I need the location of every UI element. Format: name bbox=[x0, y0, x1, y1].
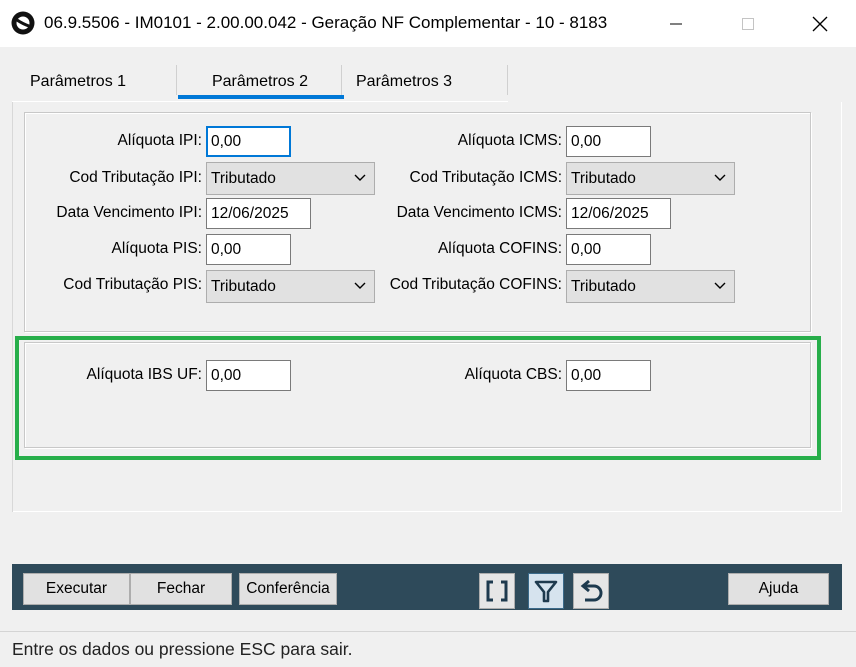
cod-tributacao-ipi-select[interactable]: Tributado bbox=[206, 162, 375, 195]
action-toolbar: Executar Fechar Conferência Ajuda bbox=[12, 564, 842, 610]
cod-tributacao-pis-value: Tributado bbox=[211, 278, 276, 295]
tab-separator bbox=[176, 65, 177, 95]
data-vencimento-ipi-field[interactable]: 12/06/2025 bbox=[206, 198, 311, 229]
undo-icon bbox=[580, 579, 603, 602]
filter-button[interactable] bbox=[528, 573, 564, 609]
chevron-down-icon bbox=[714, 282, 726, 289]
status-bar: Entre os dados ou pressione ESC para sai… bbox=[0, 631, 856, 667]
chevron-down-icon bbox=[714, 174, 726, 181]
cod-tributacao-pis-label: Cod Tributação PIS: bbox=[63, 276, 202, 293]
brackets-button[interactable] bbox=[479, 573, 515, 609]
cod-tributacao-cofins-label: Cod Tributação COFINS: bbox=[389, 276, 562, 293]
cod-tributacao-ipi-label: Cod Tributação IPI: bbox=[69, 169, 202, 186]
executar-button[interactable]: Executar bbox=[23, 573, 130, 605]
chevron-down-icon bbox=[354, 174, 366, 181]
close-icon bbox=[812, 16, 828, 31]
highlight-annotation bbox=[15, 336, 821, 460]
aliquota-ipi-field[interactable]: 0,00 bbox=[206, 126, 291, 157]
dialog-client: Parâmetros 1 Parâmetros 2 Parâmetros 3 A… bbox=[0, 47, 856, 631]
aliquota-cofins-field[interactable]: 0,00 bbox=[566, 234, 651, 265]
fechar-button[interactable]: Fechar bbox=[130, 573, 232, 605]
aliquota-icms-label: Alíquota ICMS: bbox=[457, 132, 562, 149]
selected-tab-indicator bbox=[178, 95, 344, 99]
cod-tributacao-ipi-value: Tributado bbox=[211, 170, 276, 187]
cod-tributacao-icms-select[interactable]: Tributado bbox=[566, 162, 735, 195]
brackets-icon bbox=[486, 580, 508, 602]
status-text: Entre os dados ou pressione ESC para sai… bbox=[12, 639, 353, 659]
window-title: 06.9.5506 - IM0101 - 2.00.00.042 - Geraç… bbox=[44, 13, 608, 32]
tab-page-edge bbox=[12, 102, 13, 512]
tab-parametros-1[interactable]: Parâmetros 1 bbox=[18, 65, 178, 103]
tab-parametros-3[interactable]: Parâmetros 3 bbox=[342, 65, 508, 103]
filter-icon bbox=[534, 580, 558, 603]
maximize-button[interactable] bbox=[712, 0, 784, 47]
minimize-icon bbox=[670, 23, 682, 24]
tab-separator bbox=[507, 65, 508, 95]
cod-tributacao-cofins-select[interactable]: Tributado bbox=[566, 270, 735, 303]
data-vencimento-icms-label: Data Vencimento ICMS: bbox=[396, 204, 562, 221]
cod-tributacao-cofins-value: Tributado bbox=[571, 278, 636, 295]
data-vencimento-ipi-label: Data Vencimento IPI: bbox=[56, 204, 202, 221]
undo-button[interactable] bbox=[573, 573, 609, 609]
minimize-button[interactable] bbox=[640, 0, 712, 47]
aliquota-pis-field[interactable]: 0,00 bbox=[206, 234, 291, 265]
cod-tributacao-icms-value: Tributado bbox=[571, 170, 636, 187]
title-bar: 06.9.5506 - IM0101 - 2.00.00.042 - Geraç… bbox=[0, 0, 856, 47]
conferencia-button[interactable]: Conferência bbox=[239, 573, 337, 605]
maximize-icon bbox=[742, 17, 754, 30]
ajuda-button[interactable]: Ajuda bbox=[728, 573, 829, 605]
data-vencimento-icms-field[interactable]: 12/06/2025 bbox=[566, 198, 671, 229]
totvs-logo-icon bbox=[11, 11, 35, 35]
aliquota-icms-field[interactable]: 0,00 bbox=[566, 126, 651, 157]
aliquota-cofins-label: Alíquota COFINS: bbox=[437, 240, 562, 257]
cod-tributacao-icms-label: Cod Tributação ICMS: bbox=[409, 169, 562, 186]
aliquota-ipi-label: Alíquota IPI: bbox=[117, 132, 202, 149]
aliquota-pis-label: Alíquota PIS: bbox=[111, 240, 202, 257]
close-button[interactable] bbox=[784, 0, 856, 47]
